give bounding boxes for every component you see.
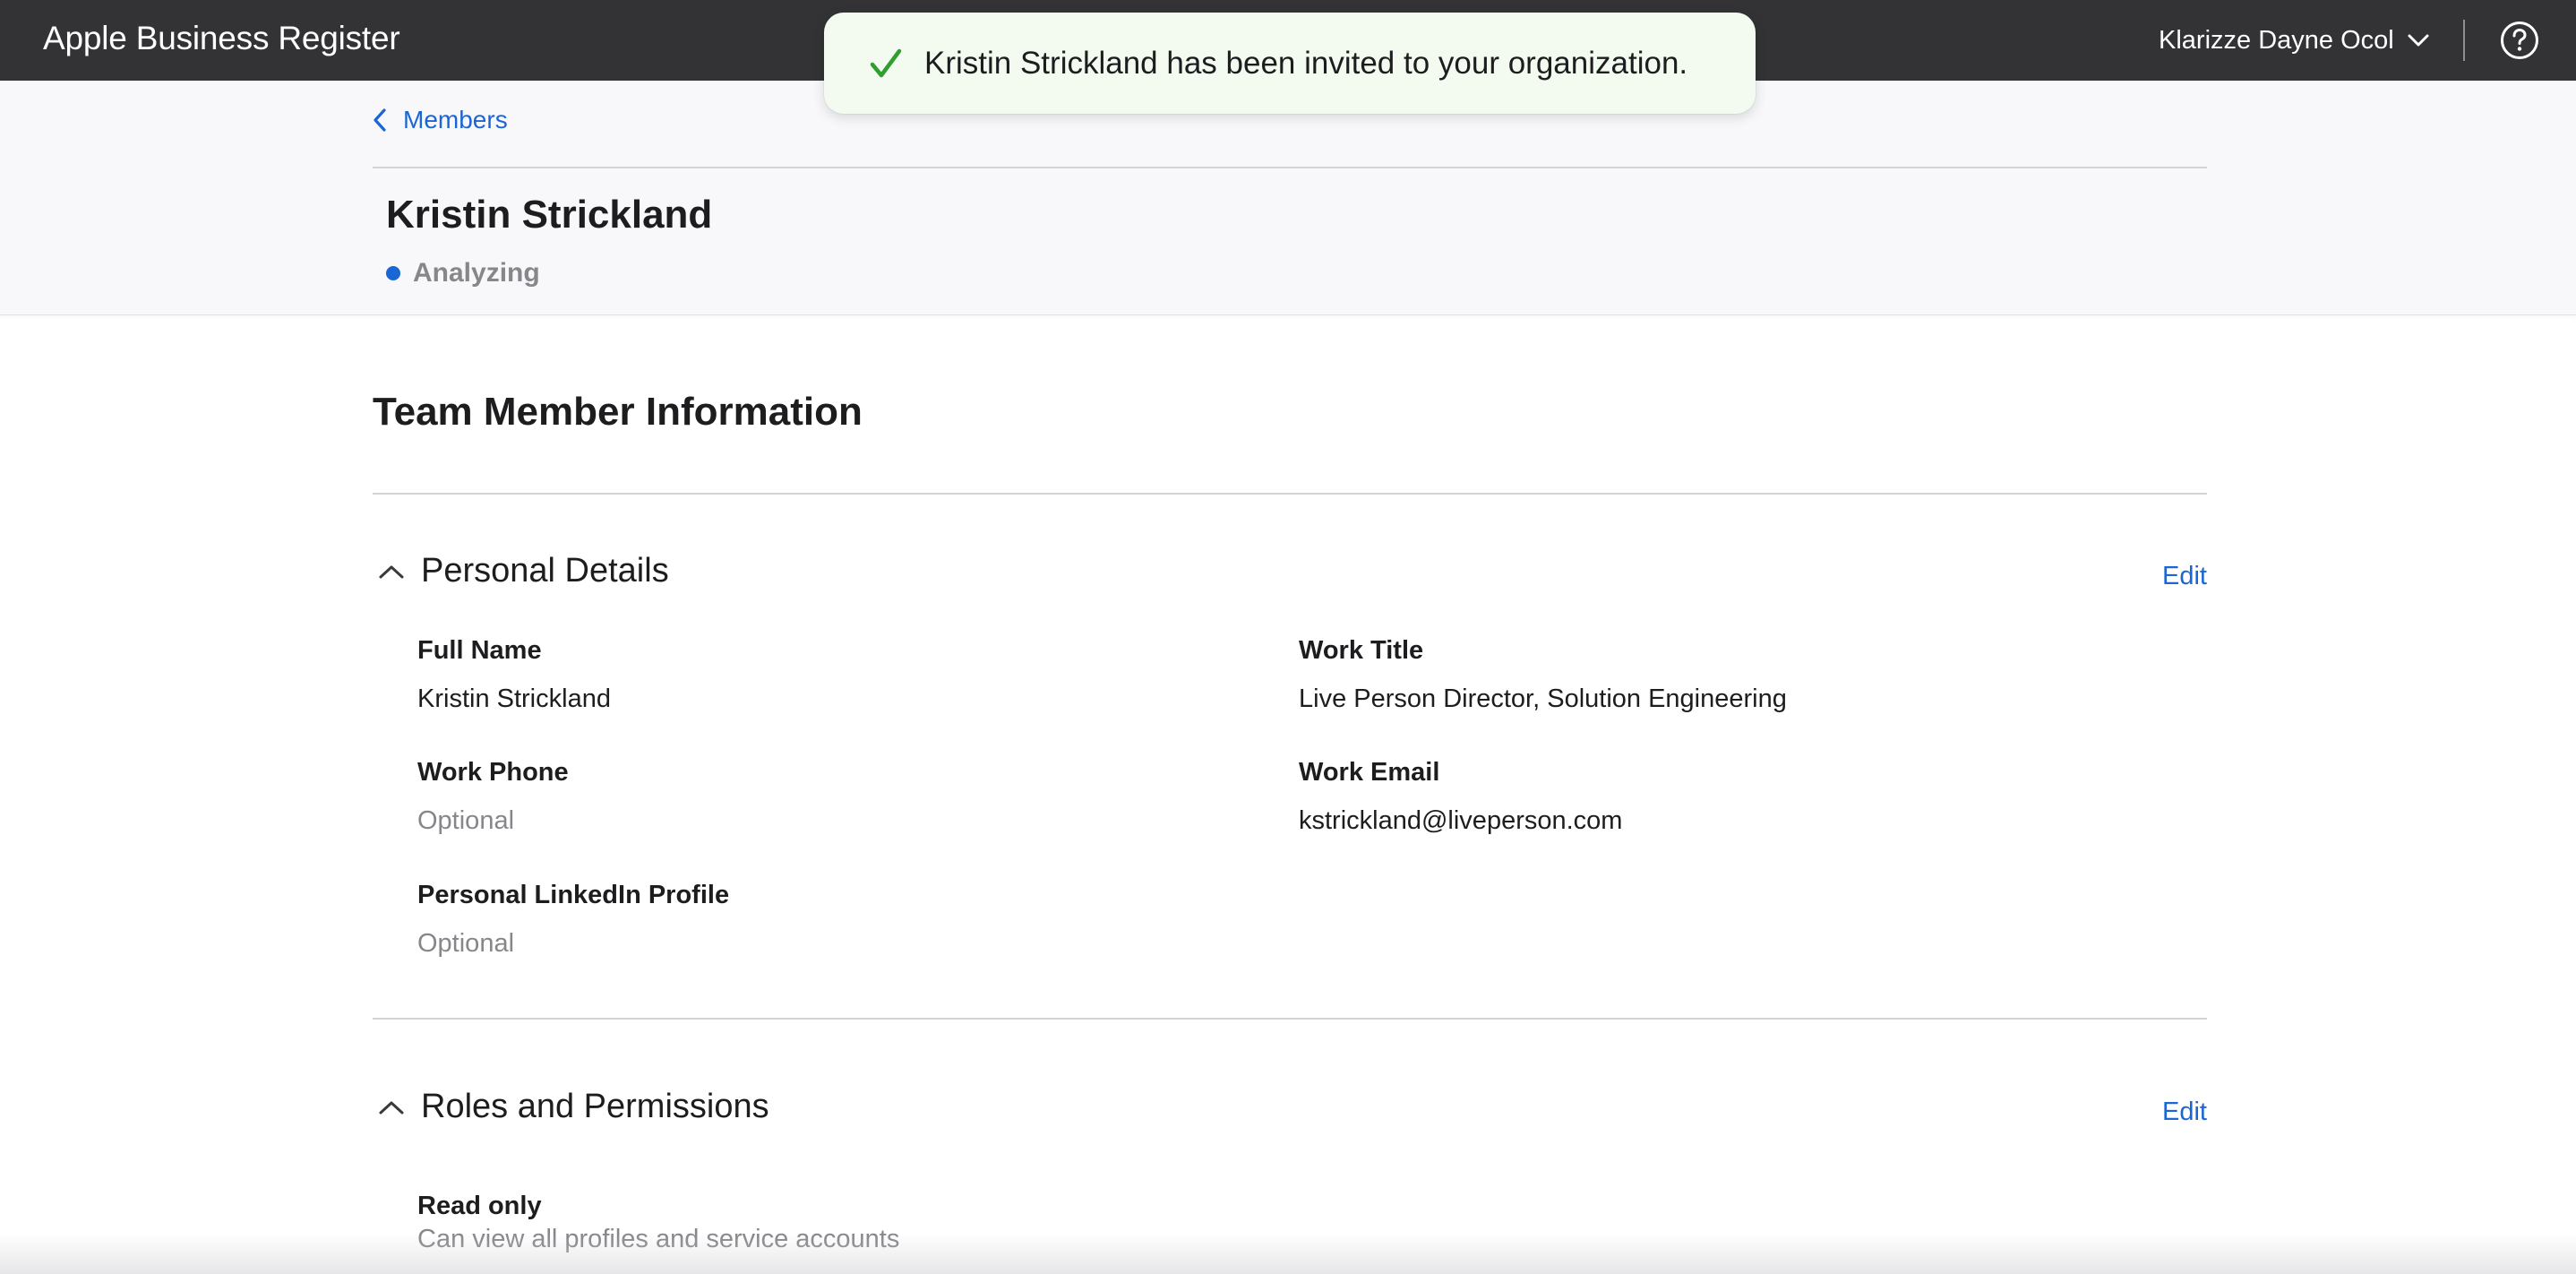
back-link-label: Members xyxy=(403,106,508,133)
chevron-up-icon xyxy=(379,565,404,578)
page-title: Kristin Strickland xyxy=(386,193,713,237)
full-name-value: Kristin Strickland xyxy=(417,684,611,713)
work-email-label: Work Email xyxy=(1299,758,1440,787)
chevron-up-icon xyxy=(379,1101,404,1114)
topbar-divider xyxy=(2463,20,2465,61)
roles-permissions-toggle[interactable]: Roles and Permissions xyxy=(373,1088,769,1126)
header-divider xyxy=(373,167,2207,168)
edit-personal-details-button[interactable]: Edit xyxy=(2162,562,2207,591)
checkmark-icon xyxy=(870,48,902,77)
app-title: Apple Business Register xyxy=(43,20,400,56)
linkedin-value: Optional xyxy=(417,929,515,958)
roles-permissions-heading: Roles and Permissions xyxy=(421,1088,769,1125)
work-phone-label: Work Phone xyxy=(417,758,569,787)
chevron-left-icon xyxy=(374,108,386,132)
toast-message: Kristin Strickland has been invited to y… xyxy=(924,45,1688,81)
linkedin-label: Personal LinkedIn Profile xyxy=(417,881,730,909)
back-to-members-link[interactable]: Members xyxy=(373,106,508,134)
help-icon[interactable] xyxy=(2500,21,2539,60)
divider xyxy=(373,1018,2207,1020)
bottom-shadow xyxy=(0,1233,2576,1274)
work-title-label: Work Title xyxy=(1299,636,1424,665)
chevron-down-icon xyxy=(2408,34,2429,47)
role-name: Read only xyxy=(417,1192,542,1220)
full-name-label: Full Name xyxy=(417,636,542,665)
user-name: Klarizze Dayne Ocol xyxy=(2159,25,2394,55)
user-menu[interactable]: Klarizze Dayne Ocol xyxy=(2159,22,2430,59)
personal-details-heading: Personal Details xyxy=(421,552,669,590)
personal-details-toggle[interactable]: Personal Details xyxy=(373,552,669,590)
status-indicator: Analyzing xyxy=(386,258,540,288)
divider xyxy=(373,493,2207,495)
status-dot xyxy=(386,266,400,280)
edit-roles-button[interactable]: Edit xyxy=(2162,1098,2207,1127)
work-title-value: Live Person Director, Solution Engineeri… xyxy=(1299,684,1787,713)
section-title: Team Member Information xyxy=(373,390,863,434)
success-toast: Kristin Strickland has been invited to y… xyxy=(824,13,1756,114)
work-email-value: kstrickland@liveperson.com xyxy=(1299,806,1623,835)
work-phone-value: Optional xyxy=(417,806,515,835)
status-label: Analyzing xyxy=(413,258,540,288)
